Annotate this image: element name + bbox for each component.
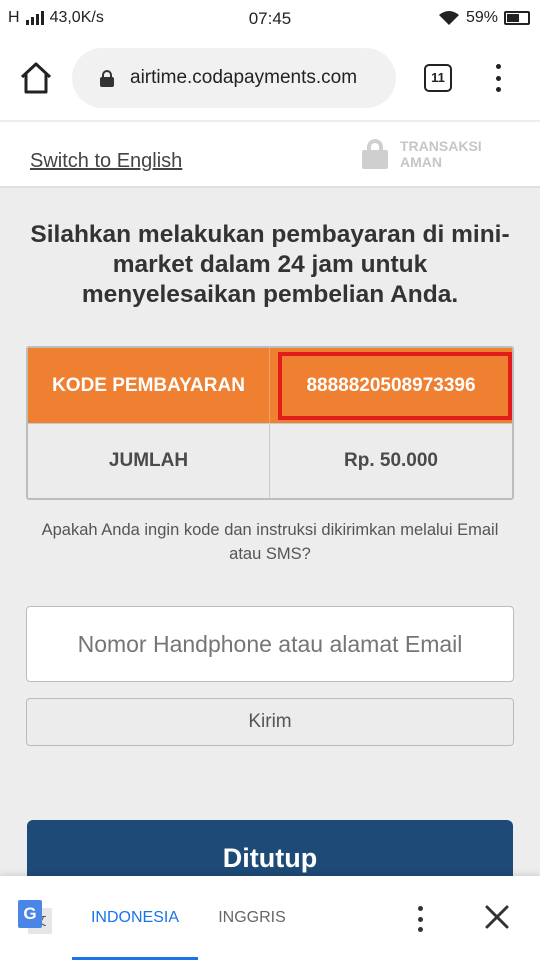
padlock-icon — [362, 139, 388, 169]
amount-label: JUMLAH — [28, 424, 270, 498]
tab-target-language[interactable]: INGGRIS — [210, 876, 294, 960]
payment-code-highlight — [278, 352, 512, 420]
delivery-question: Apakah Anda ingin kode dan instruksi dik… — [41, 521, 499, 563]
url-text[interactable]: airtime.codapayments.com — [130, 67, 386, 89]
switch-language-link[interactable]: Switch to English — [30, 150, 182, 173]
tab-switcher-button[interactable]: 11 — [424, 64, 452, 92]
browser-menu-icon[interactable] — [490, 64, 506, 92]
secure-transaction-badge: TRANSAKSI AMAN — [362, 138, 482, 170]
lock-icon — [100, 70, 114, 87]
status-bar: H 43,0K/s 07:45 59% — [0, 0, 540, 38]
address-bar[interactable]: airtime.codapayments.com — [72, 48, 396, 108]
close-icon[interactable] — [484, 904, 510, 930]
translate-menu-icon[interactable] — [412, 906, 428, 932]
browser-toolbar: airtime.codapayments.com 11 — [0, 38, 540, 120]
page: H 43,0K/s 07:45 59% airtime.codapayments… — [0, 0, 540, 960]
status-right: 59% — [438, 9, 530, 27]
translate-bar: 文 G INDONESIA INGGRIS — [0, 876, 540, 960]
payment-instruction: Silahkan melakukan pembayaran di mini-ma… — [30, 221, 510, 308]
wifi-icon — [438, 11, 459, 25]
home-icon[interactable] — [18, 60, 54, 96]
main-content: Silahkan melakukan pembayaran di mini-ma… — [0, 190, 540, 900]
amount-value: Rp. 50.000 — [344, 450, 438, 471]
payment-table: KODE PEMBAYARAN 8888820508973396 JUMLAH … — [26, 346, 514, 500]
amount-row: JUMLAH Rp. 50.000 — [28, 423, 512, 498]
google-translate-icon[interactable]: 文 G — [18, 900, 54, 936]
battery-icon — [504, 11, 530, 25]
secure-transaction-text: TRANSAKSI AMAN — [400, 138, 482, 170]
payment-code-label: KODE PEMBAYARAN — [28, 348, 270, 423]
battery-percent: 59% — [465, 9, 498, 26]
secure-line-2: AMAN — [400, 154, 442, 170]
send-button[interactable]: Kirim — [26, 698, 514, 746]
secure-line-1: TRANSAKSI — [400, 138, 482, 154]
contact-input[interactable] — [26, 606, 514, 682]
tab-source-language[interactable]: INDONESIA — [72, 876, 198, 960]
site-header: Switch to English TRANSAKSI AMAN — [0, 122, 540, 188]
